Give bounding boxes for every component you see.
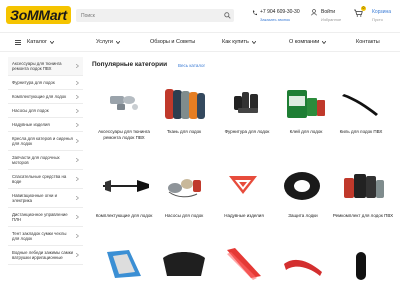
cart-label[interactable]: Корзина xyxy=(372,9,391,15)
sidebar-item-label: Тент закладок сумки чехлы для лодок xyxy=(12,231,67,241)
category-label: Аксессуары для тюнинга ремонта лодок ПВХ xyxy=(98,129,150,140)
chevron-down-icon xyxy=(251,40,256,44)
accessories-image xyxy=(110,96,138,110)
nav-label: Каталог xyxy=(27,39,47,45)
sidebar-item-label: Аксессуары для тюнинга ремонта лодок ПВХ xyxy=(12,61,62,71)
chevron-right-icon xyxy=(76,139,79,143)
chevron-right-icon xyxy=(76,215,79,219)
chevron-right-icon xyxy=(76,177,79,181)
phone-icon xyxy=(252,10,257,16)
chevron-down-icon xyxy=(322,40,327,44)
nav-label: Контакты xyxy=(356,39,380,45)
category-label: Насосы для лодок xyxy=(164,213,204,218)
category-label: Защита лодки xyxy=(288,213,318,218)
chevron-right-icon xyxy=(76,108,79,113)
category-label: Клей для лодок xyxy=(289,129,323,134)
chevron-right-icon xyxy=(76,196,79,200)
all-catalog-link[interactable]: Весь каталог xyxy=(178,63,205,68)
red-profile-image xyxy=(227,248,261,280)
paddle-image xyxy=(103,180,149,192)
sidebar-catalog: Аксессуары для тюнинга ремонта лодок ПВХ… xyxy=(8,57,83,265)
chevron-down-icon xyxy=(50,40,54,44)
sidebar-item-label: Водные лебеди зажимы самки ватрушки ирри… xyxy=(12,250,74,260)
fabric-rolls-image xyxy=(165,89,205,119)
nav-label: Как купить xyxy=(222,39,249,45)
chevron-right-icon xyxy=(76,253,79,257)
category-label: Надувные изделия xyxy=(224,213,264,218)
login-label[interactable]: Войти xyxy=(321,9,335,15)
cart-sum: Пусто xyxy=(372,17,383,22)
sidebar-item-label: Кресла для катеров и сиденья для лодок xyxy=(12,136,73,146)
category-label: Ткань для лодок xyxy=(166,129,202,134)
sidebar-item-label: Надувные изделия xyxy=(12,122,50,127)
chevron-right-icon xyxy=(76,122,79,127)
search-bar xyxy=(76,9,234,22)
sidebar-item[interactable]: Спасательные средства на воде xyxy=(8,170,83,189)
chevron-right-icon xyxy=(76,80,79,85)
boat-bottom-image xyxy=(163,252,205,276)
logo[interactable]: ЗоММаrt xyxy=(6,5,71,25)
sidebar-item[interactable]: Насосы для лодок xyxy=(8,104,83,118)
chevron-right-icon xyxy=(76,94,79,99)
nav-reviews[interactable]: Обзоры и Советы xyxy=(150,39,195,45)
sidebar-item[interactable]: Кресла для катеров и сиденья для лодок xyxy=(8,132,83,151)
chevron-right-icon xyxy=(76,234,79,238)
favorites-link[interactable]: Избранное xyxy=(321,17,341,22)
sidebar-item[interactable]: Навигационные огни и электрика xyxy=(8,189,83,208)
boat-floor-image xyxy=(107,250,141,278)
fittings-image xyxy=(234,92,258,113)
sidebar-item-label: Дистанционное управление ПЛН xyxy=(12,212,68,222)
red-tape-image xyxy=(284,259,322,276)
sidebar-item[interactable]: Фурнитура для лодок xyxy=(8,76,83,90)
logo-text: ЗоММаrt xyxy=(6,6,71,24)
sidebar-item-label: Навигационные огни и электрика xyxy=(12,193,58,203)
chevron-right-icon xyxy=(76,158,79,162)
phone-number[interactable]: +7 904 609-30-30 xyxy=(260,9,300,15)
nav-label: Услуги xyxy=(96,39,113,45)
nav-label: О компании xyxy=(289,39,320,45)
sidebar-item-label: Фурнитура для лодок xyxy=(12,80,55,85)
sidebar-item[interactable]: Дистанционное управление ПЛН xyxy=(8,208,83,227)
repair-kit-image xyxy=(344,174,384,198)
black-fender-image xyxy=(356,252,366,280)
keel-image xyxy=(342,94,378,116)
nav-about[interactable]: О компании xyxy=(289,39,327,45)
cart-count-badge: 0 xyxy=(361,6,366,11)
glue-image xyxy=(287,90,325,118)
sidebar-item[interactable]: Комплектующие для лодок xyxy=(8,90,83,104)
menu-icon xyxy=(15,39,21,45)
nav-services[interactable]: Услуги xyxy=(96,39,120,45)
chevron-down-icon xyxy=(115,40,120,44)
sidebar-item[interactable]: Водные лебеди зажимы самки ватрушки ирри… xyxy=(8,246,83,265)
inflatables-image xyxy=(229,176,257,194)
sidebar-item-label: Запчасти для лодочных моторов xyxy=(12,155,60,165)
nav-how-to-buy[interactable]: Как купить xyxy=(222,39,256,45)
sidebar-item-label: Насосы для лодок xyxy=(12,108,49,113)
category-label: Ремкомплект для лодок ПВХ xyxy=(332,213,394,218)
nav-contacts[interactable]: Контакты xyxy=(356,39,380,45)
sidebar-item-label: Спасательные средства на воде xyxy=(12,174,67,184)
nav-catalog[interactable]: Каталог xyxy=(15,39,54,45)
nav-label: Обзоры и Советы xyxy=(150,39,196,45)
protection-roll-image xyxy=(284,172,320,200)
section-title: Популярные категории xyxy=(92,61,168,68)
header: ЗоММаrt +7 904 609-30-30 Заказать звонок… xyxy=(0,0,400,32)
sidebar-item[interactable]: Тент закладок сумки чехлы для лодок xyxy=(8,227,83,246)
user-icon xyxy=(311,9,317,16)
sidebar-item-label: Комплектующие для лодок xyxy=(12,94,67,99)
call-request-link[interactable]: Заказать звонок xyxy=(260,17,290,22)
main-nav: Каталог Услуги Обзоры и Советы Как купит… xyxy=(0,32,400,52)
pumps-image xyxy=(168,179,201,198)
search-icon[interactable] xyxy=(224,12,231,19)
chevron-right-icon xyxy=(76,64,79,68)
category-label: Комплектующие для лодок xyxy=(95,213,153,218)
sidebar-item[interactable]: Надувные изделия xyxy=(8,118,83,132)
category-label: Киль для лодок ПВХ xyxy=(339,129,383,134)
search-input[interactable] xyxy=(76,9,216,22)
category-label: Фурнитура для лодок xyxy=(224,129,270,134)
sidebar-item[interactable]: Аксессуары для тюнинга ремонта лодок ПВХ xyxy=(8,57,83,76)
sidebar-item[interactable]: Запчасти для лодочных моторов xyxy=(8,151,83,170)
